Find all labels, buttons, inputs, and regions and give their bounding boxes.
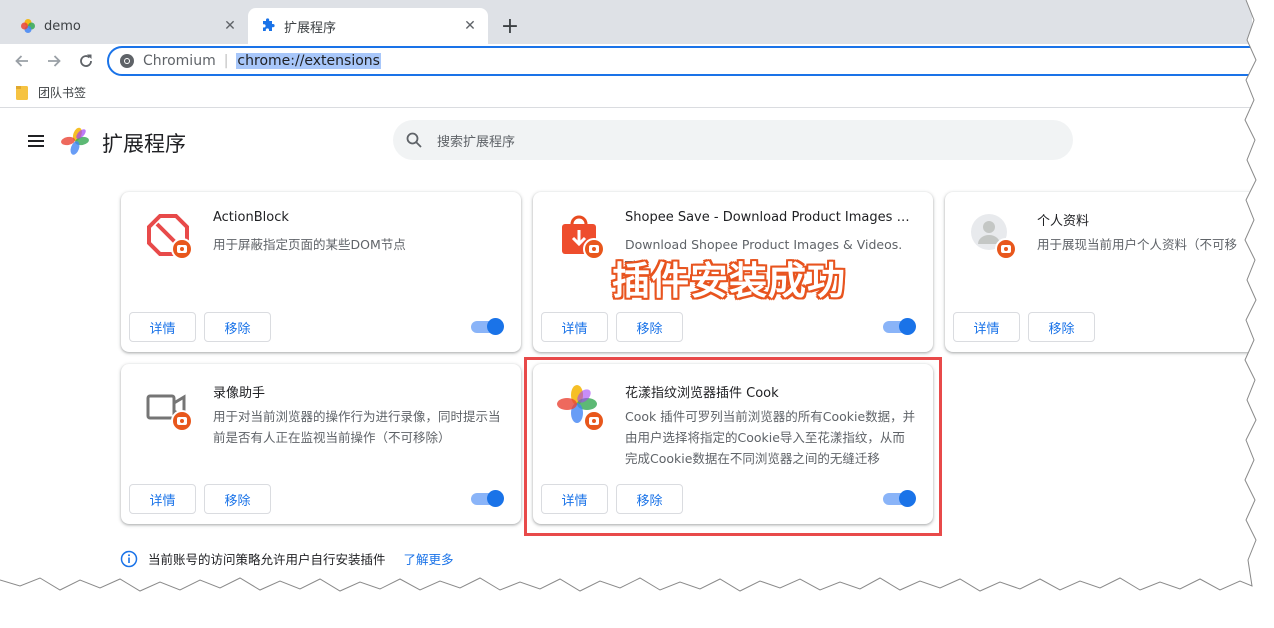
arrow-left-icon: [15, 55, 28, 67]
extension-icon: [969, 212, 1017, 260]
chromium-icon: [120, 54, 134, 68]
bookmark-label: 团队书签: [38, 86, 87, 100]
extension-icon: [557, 212, 605, 260]
info-icon: [120, 550, 138, 567]
tab-close-icon[interactable]: ✕: [460, 16, 480, 36]
extension-name: Shopee Save - Download Product Images & …: [625, 210, 915, 225]
search-icon: [406, 132, 422, 148]
policy-text: 当前账号的访问策略允许用户自行安装插件: [148, 552, 386, 567]
extension-card: 个人资料 用于展现当前用户个人资料（不可移 详情 移除: [945, 192, 1252, 352]
recording-badge-icon: [583, 238, 605, 260]
recording-badge-icon: [171, 238, 193, 260]
tab-strip: demo ✕ 扩展程序 ✕ +: [0, 0, 1252, 44]
tab-extensions[interactable]: 扩展程序 ✕: [248, 8, 488, 44]
extensions-logo-icon: [61, 127, 89, 155]
extension-card: ActionBlock 用于屏蔽指定页面的某些DOM节点 详情 移除: [121, 192, 521, 352]
extension-card: 录像助手 用于对当前浏览器的操作行为进行录像，同时提示当前是否有人正在监视当前操…: [121, 364, 521, 524]
enable-toggle[interactable]: [471, 318, 504, 335]
hamburger-menu-icon[interactable]: [26, 132, 46, 150]
origin-chip: Chromium: [143, 53, 216, 69]
recording-badge-icon: [995, 238, 1017, 260]
back-button[interactable]: [9, 48, 35, 74]
new-tab-button[interactable]: +: [496, 12, 524, 40]
search-input[interactable]: 搜索扩展程序: [393, 120, 1073, 160]
search-placeholder: 搜索扩展程序: [437, 134, 516, 150]
highlight-frame: [524, 357, 942, 536]
remove-button[interactable]: 移除: [616, 312, 683, 342]
details-button[interactable]: 详情: [129, 312, 196, 342]
enable-toggle[interactable]: [883, 318, 916, 335]
learn-more-link[interactable]: 了解更多: [404, 549, 454, 568]
details-button[interactable]: 详情: [953, 312, 1020, 342]
extension-name: 个人资料: [1037, 214, 1090, 229]
reload-icon: [80, 54, 92, 67]
remove-button[interactable]: 移除: [204, 484, 271, 514]
tab-close-icon[interactable]: ✕: [220, 16, 240, 36]
details-button[interactable]: 详情: [541, 312, 608, 342]
remove-button[interactable]: 移除: [1028, 312, 1095, 342]
toolbar: Chromium | chrome://extensions: [0, 44, 1252, 78]
extension-icon: [145, 212, 193, 260]
tab-demo[interactable]: demo ✕: [8, 8, 248, 44]
extension-description: 用于展现当前用户个人资料（不可移: [1037, 237, 1238, 252]
tab-title: 扩展程序: [284, 20, 337, 36]
flower-icon: [21, 19, 35, 33]
enable-toggle[interactable]: [471, 490, 504, 507]
details-button[interactable]: 详情: [129, 484, 196, 514]
forward-button[interactable]: [41, 48, 67, 74]
address-bar[interactable]: Chromium | chrome://extensions: [107, 46, 1252, 76]
extension-icon: [145, 384, 193, 432]
tab-title: demo: [44, 18, 81, 34]
folder-icon: [16, 85, 28, 100]
bookmark-folder[interactable]: 团队书签: [16, 84, 86, 101]
recording-badge-icon: [171, 410, 193, 432]
remove-button[interactable]: 移除: [204, 312, 271, 342]
install-success-overlay: 插件安装成功: [612, 259, 847, 303]
policy-notice: 当前账号的访问策略允许用户自行安装插件 了解更多: [120, 549, 454, 568]
extension-description: 用于对当前浏览器的操作行为进行录像，同时提示当前是否有人正在监视当前操作（不可移…: [213, 409, 501, 445]
puzzle-icon: [263, 18, 275, 31]
extension-name: ActionBlock: [213, 210, 289, 225]
page-title: 扩展程序: [102, 132, 186, 156]
extension-description: 用于屏蔽指定页面的某些DOM节点: [213, 237, 406, 252]
arrow-right-icon: [48, 55, 61, 67]
bookmarks-bar: 团队书签: [0, 78, 1252, 108]
divider: |: [223, 53, 229, 69]
reload-button[interactable]: [73, 48, 99, 74]
extension-name: 录像助手: [213, 386, 266, 401]
url-text[interactable]: chrome://extensions: [236, 53, 381, 69]
browser-window: demo ✕ 扩展程序 ✕ + Chromium | chrome://exte…: [0, 0, 1252, 586]
extensions-header: 扩展程序 搜索扩展程序: [0, 108, 1252, 174]
